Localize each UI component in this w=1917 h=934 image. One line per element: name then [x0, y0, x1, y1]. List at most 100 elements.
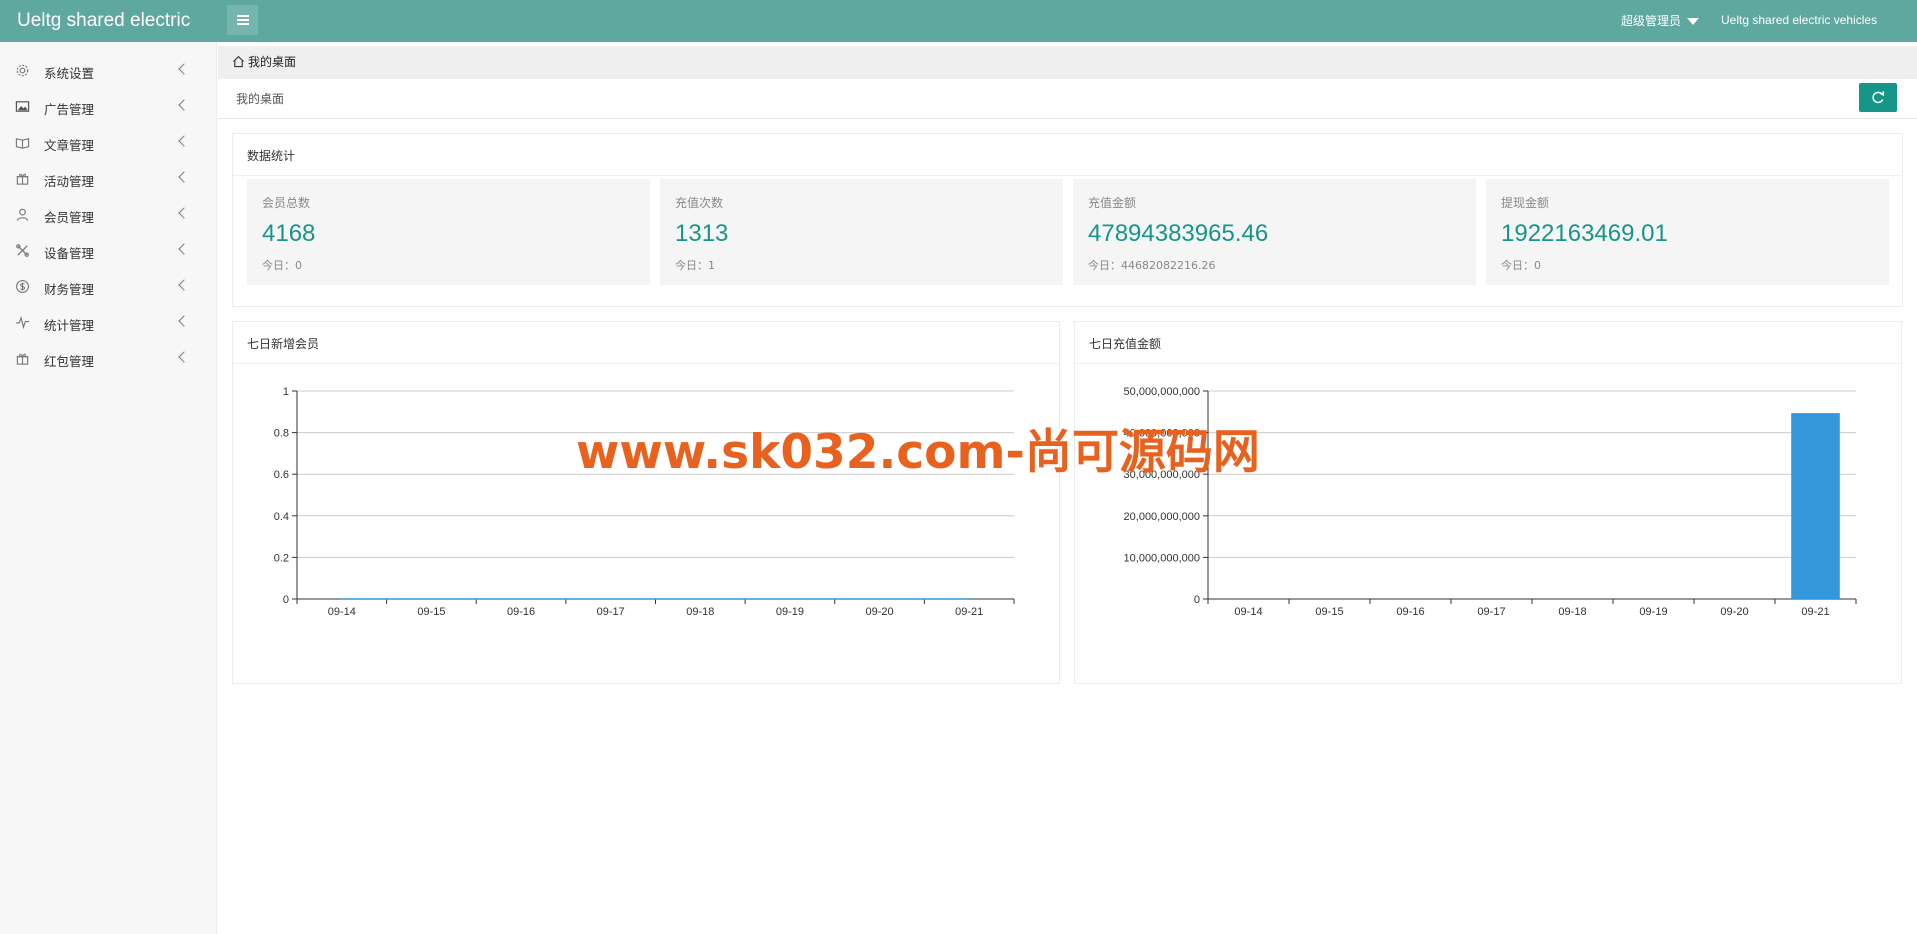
sidebar: 系统设置 广告管理 文章管理 活动管理 会员管理 设备管理 财务管理 统计管理 [0, 42, 217, 934]
chevron-left-icon [178, 99, 190, 111]
stat-label: 会员总数 [262, 196, 311, 210]
site-link[interactable]: Ueltg shared electric vehicles [1721, 13, 1877, 27]
y-tick-label: 0 [1194, 594, 1200, 606]
x-tick-label: 09-20 [1720, 606, 1748, 618]
gift-icon [16, 173, 29, 185]
user-icon [16, 208, 29, 221]
x-tick-label: 09-17 [1477, 606, 1505, 618]
y-tick-label: 10,000,000,000 [1124, 552, 1200, 564]
breadcrumb: 我的桌面 [236, 92, 285, 106]
stat-label: 充值金额 [1088, 196, 1137, 210]
sidebar-item-finance[interactable]: 财务管理 [0, 269, 217, 305]
x-tick-label: 09-19 [1639, 606, 1667, 618]
x-tick-label: 09-14 [328, 606, 356, 618]
gift-icon [16, 353, 29, 365]
x-tick-label: 09-18 [1558, 606, 1586, 618]
x-tick-label: 09-21 [955, 606, 983, 618]
y-tick-label: 1 [283, 386, 289, 398]
home-icon [233, 55, 244, 68]
chart-title: 七日新增会员 [247, 337, 320, 351]
dollar-icon [16, 280, 29, 293]
x-tick-label: 09-17 [597, 606, 625, 618]
y-tick-label: 0 [283, 594, 289, 606]
x-tick-label: 09-19 [776, 606, 804, 618]
sidebar-item-label: 广告管理 [44, 102, 95, 117]
chart-title: 七日充值金额 [1089, 337, 1162, 351]
sidebar-item-statistics[interactable]: 统计管理 [0, 305, 217, 341]
stat-recharge-amount: 充值金额 47894383965.46 今日：44682082216.26 [1073, 179, 1476, 285]
stat-today: 今日：1 [675, 259, 715, 272]
sidebar-item-devices[interactable]: 设备管理 [0, 233, 217, 269]
chevron-left-icon [178, 243, 190, 255]
stat-label: 提现金额 [1501, 196, 1550, 210]
stat-recharge-count: 充值次数 1313 今日：1 [660, 179, 1063, 285]
chevron-left-icon [178, 315, 190, 327]
sidebar-item-articles[interactable]: 文章管理 [0, 125, 217, 161]
stat-value: 4168 [262, 220, 316, 247]
tab-home[interactable]: 我的桌面 [232, 53, 296, 70]
hamburger-line [237, 23, 249, 25]
new-members-chart-card: 七日新增会员 0 0.2 0.4 0.6 0.8 1 09-14 09-15 09-16 09-1… [232, 321, 1060, 684]
stat-withdraw-amount: 提现金额 1922163469.01 今日：0 [1486, 179, 1889, 285]
y-tick-label: 0.8 [274, 428, 289, 440]
sidebar-item-members[interactable]: 会员管理 [0, 197, 217, 233]
y-tick-label: 0.2 [274, 552, 289, 564]
hamburger-line [237, 19, 249, 21]
x-tick-label: 09-21 [1801, 606, 1829, 618]
chevron-left-icon [178, 135, 190, 147]
stat-today: 今日：44682082216.26 [1088, 259, 1216, 272]
app-title[interactable]: Ueltg shared electric [17, 10, 190, 32]
menu-toggle-button[interactable] [227, 5, 258, 35]
stats-card: 数据统计 会员总数 4168 今日：0 充值次数 1313 今日：1 充值金额 … [232, 133, 1903, 307]
x-tick-label: 09-14 [1234, 606, 1262, 618]
user-menu[interactable]: 超级管理员 [1621, 12, 1700, 29]
x-tick-label: 09-16 [507, 606, 535, 618]
chevron-left-icon [178, 279, 190, 291]
sidebar-item-activities[interactable]: 活动管理 [0, 161, 217, 197]
tools-icon [16, 244, 29, 257]
x-tick-label: 09-15 [1315, 606, 1343, 618]
x-tick-label: 09-20 [865, 606, 893, 618]
stat-value: 1922163469.01 [1501, 220, 1668, 247]
stat-value: 47894383965.46 [1088, 220, 1269, 247]
stat-label: 充值次数 [675, 196, 724, 210]
tab-home-label: 我的桌面 [248, 55, 297, 69]
sidebar-item-label: 红包管理 [44, 354, 95, 369]
bar[interactable] [1791, 413, 1840, 599]
sidebar-item-system-settings[interactable]: 系统设置 [0, 53, 217, 89]
top-bar: Ueltg shared electric 超级管理员 Ueltg shared… [0, 0, 1917, 42]
stat-value: 1313 [675, 220, 729, 247]
y-tick-label: 0.4 [274, 511, 289, 523]
y-tick-label: 50,000,000,000 [1124, 386, 1200, 398]
watermark: www.sk032.com-尚可源码网 [576, 425, 1260, 480]
tab-bar: 我的桌面 [218, 46, 1917, 79]
chevron-left-icon [178, 63, 190, 75]
book-icon [15, 138, 30, 149]
y-tick-label: 20,000,000,000 [1124, 511, 1200, 523]
sidebar-item-label: 活动管理 [44, 174, 95, 189]
hamburger-icon [237, 15, 249, 17]
sidebar-item-label: 文章管理 [44, 138, 95, 153]
pulse-icon [15, 315, 30, 330]
gear-icon [16, 64, 29, 77]
x-tick-label: 09-16 [1396, 606, 1424, 618]
sidebar-item-label: 设备管理 [44, 246, 95, 261]
chevron-left-icon [178, 171, 190, 183]
sidebar-item-ads[interactable]: 广告管理 [0, 89, 217, 125]
chart-card-header: 七日新增会员 [233, 322, 1059, 364]
chevron-left-icon [178, 207, 190, 219]
x-tick-label: 09-15 [417, 606, 445, 618]
refresh-button[interactable] [1859, 83, 1897, 112]
stats-card-title: 数据统计 [247, 149, 296, 163]
x-tick-label: 09-18 [686, 606, 714, 618]
caret-down-icon [1687, 18, 1700, 25]
stat-total-members: 会员总数 4168 今日：0 [247, 179, 650, 285]
chart-card-header: 七日充值金额 [1075, 322, 1901, 364]
sidebar-item-red-packets[interactable]: 红包管理 [0, 341, 217, 377]
recharge-amount-chart-card: 七日充值金额 0 10,000,000,000 20,000,000,000 30,0… [1074, 321, 1902, 684]
page-header: 我的桌面 [218, 79, 1917, 119]
stat-today: 今日：0 [262, 259, 302, 272]
sidebar-item-label: 会员管理 [44, 210, 95, 225]
stats-card-header: 数据统计 [233, 134, 1902, 176]
stat-today: 今日：0 [1501, 259, 1541, 272]
